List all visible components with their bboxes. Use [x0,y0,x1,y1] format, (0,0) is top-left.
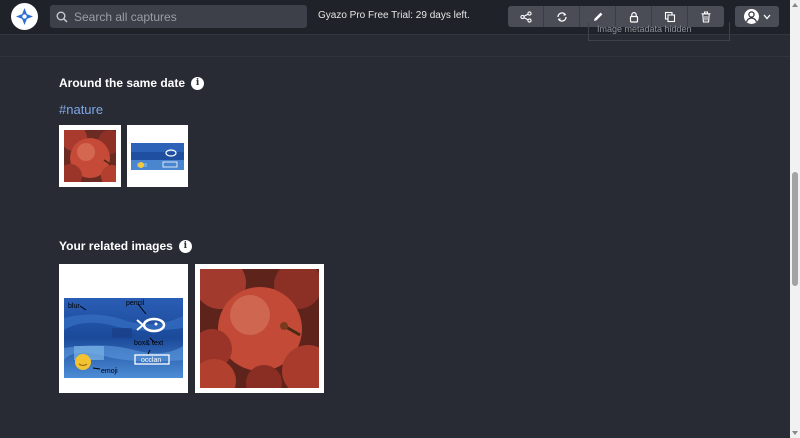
same-date-section-title: Around the same date i [59,76,205,90]
chevron-down-icon [763,14,770,19]
share-icon [519,10,532,23]
scroll-up-arrow-icon[interactable] [792,3,798,7]
search-bar[interactable] [50,5,307,28]
user-avatar-icon [743,9,759,24]
share-button[interactable] [508,6,544,27]
lock-icon [629,11,638,23]
related-section-title: Your related images i [59,239,192,253]
apple-image [64,130,116,182]
nature-tag-link[interactable]: #nature [59,102,103,117]
info-icon[interactable]: i [178,239,192,253]
trash-icon [701,11,711,23]
scroll-down-arrow-icon[interactable] [792,431,798,435]
same-date-thumb-apple[interactable] [59,125,121,187]
annotated-ocean-image: blur pencil box& text occlan emoji [64,298,183,378]
sync-button[interactable] [544,6,580,27]
info-icon[interactable]: i [191,76,205,90]
same-date-thumb-annotated[interactable] [127,125,188,187]
account-menu-button[interactable] [735,6,779,27]
occlan-annotation: occlan [141,357,161,364]
search-input[interactable] [72,8,296,25]
section-divider [0,56,790,57]
box-text-annotation: box& text [134,340,163,347]
annotated-ocean-image [131,143,184,170]
sync-icon [556,11,567,22]
apple-image [200,269,319,388]
pencil-icon [593,12,602,21]
related-thumb-apple[interactable] [195,264,324,393]
search-icon [56,11,68,23]
gyazo-logo-icon[interactable] [11,3,38,30]
trial-notice: Gyazo Pro Free Trial: 29 days left. [318,10,470,21]
related-title-text: Your related images [59,239,173,253]
related-thumb-annotated[interactable]: blur pencil box& text occlan emoji [59,264,188,393]
metadata-hidden-label[interactable]: Image metadata hidden [588,22,730,41]
pencil-annotation: pencil [126,300,145,307]
same-date-title-text: Around the same date [59,76,186,90]
page-scrollbar[interactable] [790,0,800,438]
emoji-annotation: emoji [101,368,118,375]
scrollbar-thumb[interactable] [792,172,798,286]
blur-annotation: blur [68,303,80,310]
copy-icon [664,11,675,22]
